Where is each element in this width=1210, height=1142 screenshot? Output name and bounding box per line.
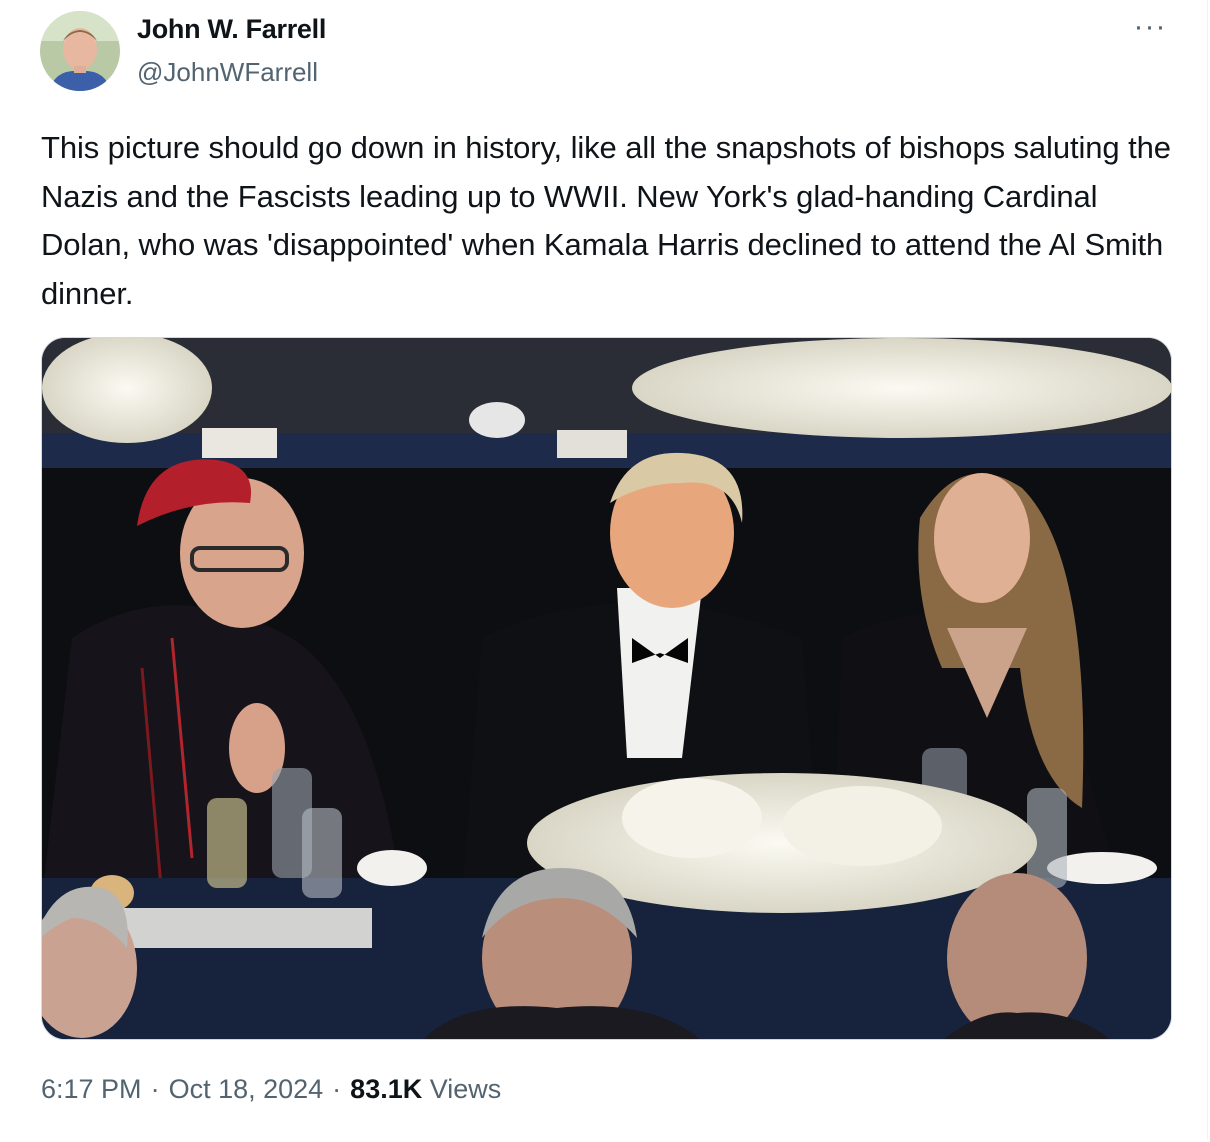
views-count: 83.1K	[350, 1074, 423, 1104]
photo-image	[42, 338, 1171, 1039]
author-handle[interactable]: @JohnWFarrell	[137, 57, 318, 88]
author-avatar[interactable]	[40, 11, 120, 91]
more-options-button[interactable]: ···	[1130, 12, 1170, 48]
author-name[interactable]: John W. Farrell	[137, 14, 326, 45]
separator: ·	[150, 1074, 160, 1104]
tweet-card: John W. Farrell @JohnWFarrell ··· This p…	[0, 0, 1208, 1140]
separator: ·	[332, 1074, 342, 1104]
avatar-image	[40, 11, 120, 91]
tweet-time[interactable]: 6:17 PM	[41, 1074, 142, 1104]
tweet-text: This picture should go down in history, …	[41, 130, 1171, 311]
ellipsis-icon: ···	[1133, 10, 1167, 43]
tweet-date[interactable]: Oct 18, 2024	[169, 1074, 324, 1104]
views-label: Views	[429, 1074, 502, 1104]
tweet-meta: 6:17 PM · Oct 18, 2024 · 83.1K Views	[41, 1074, 501, 1105]
tweet-photo[interactable]	[41, 337, 1172, 1040]
